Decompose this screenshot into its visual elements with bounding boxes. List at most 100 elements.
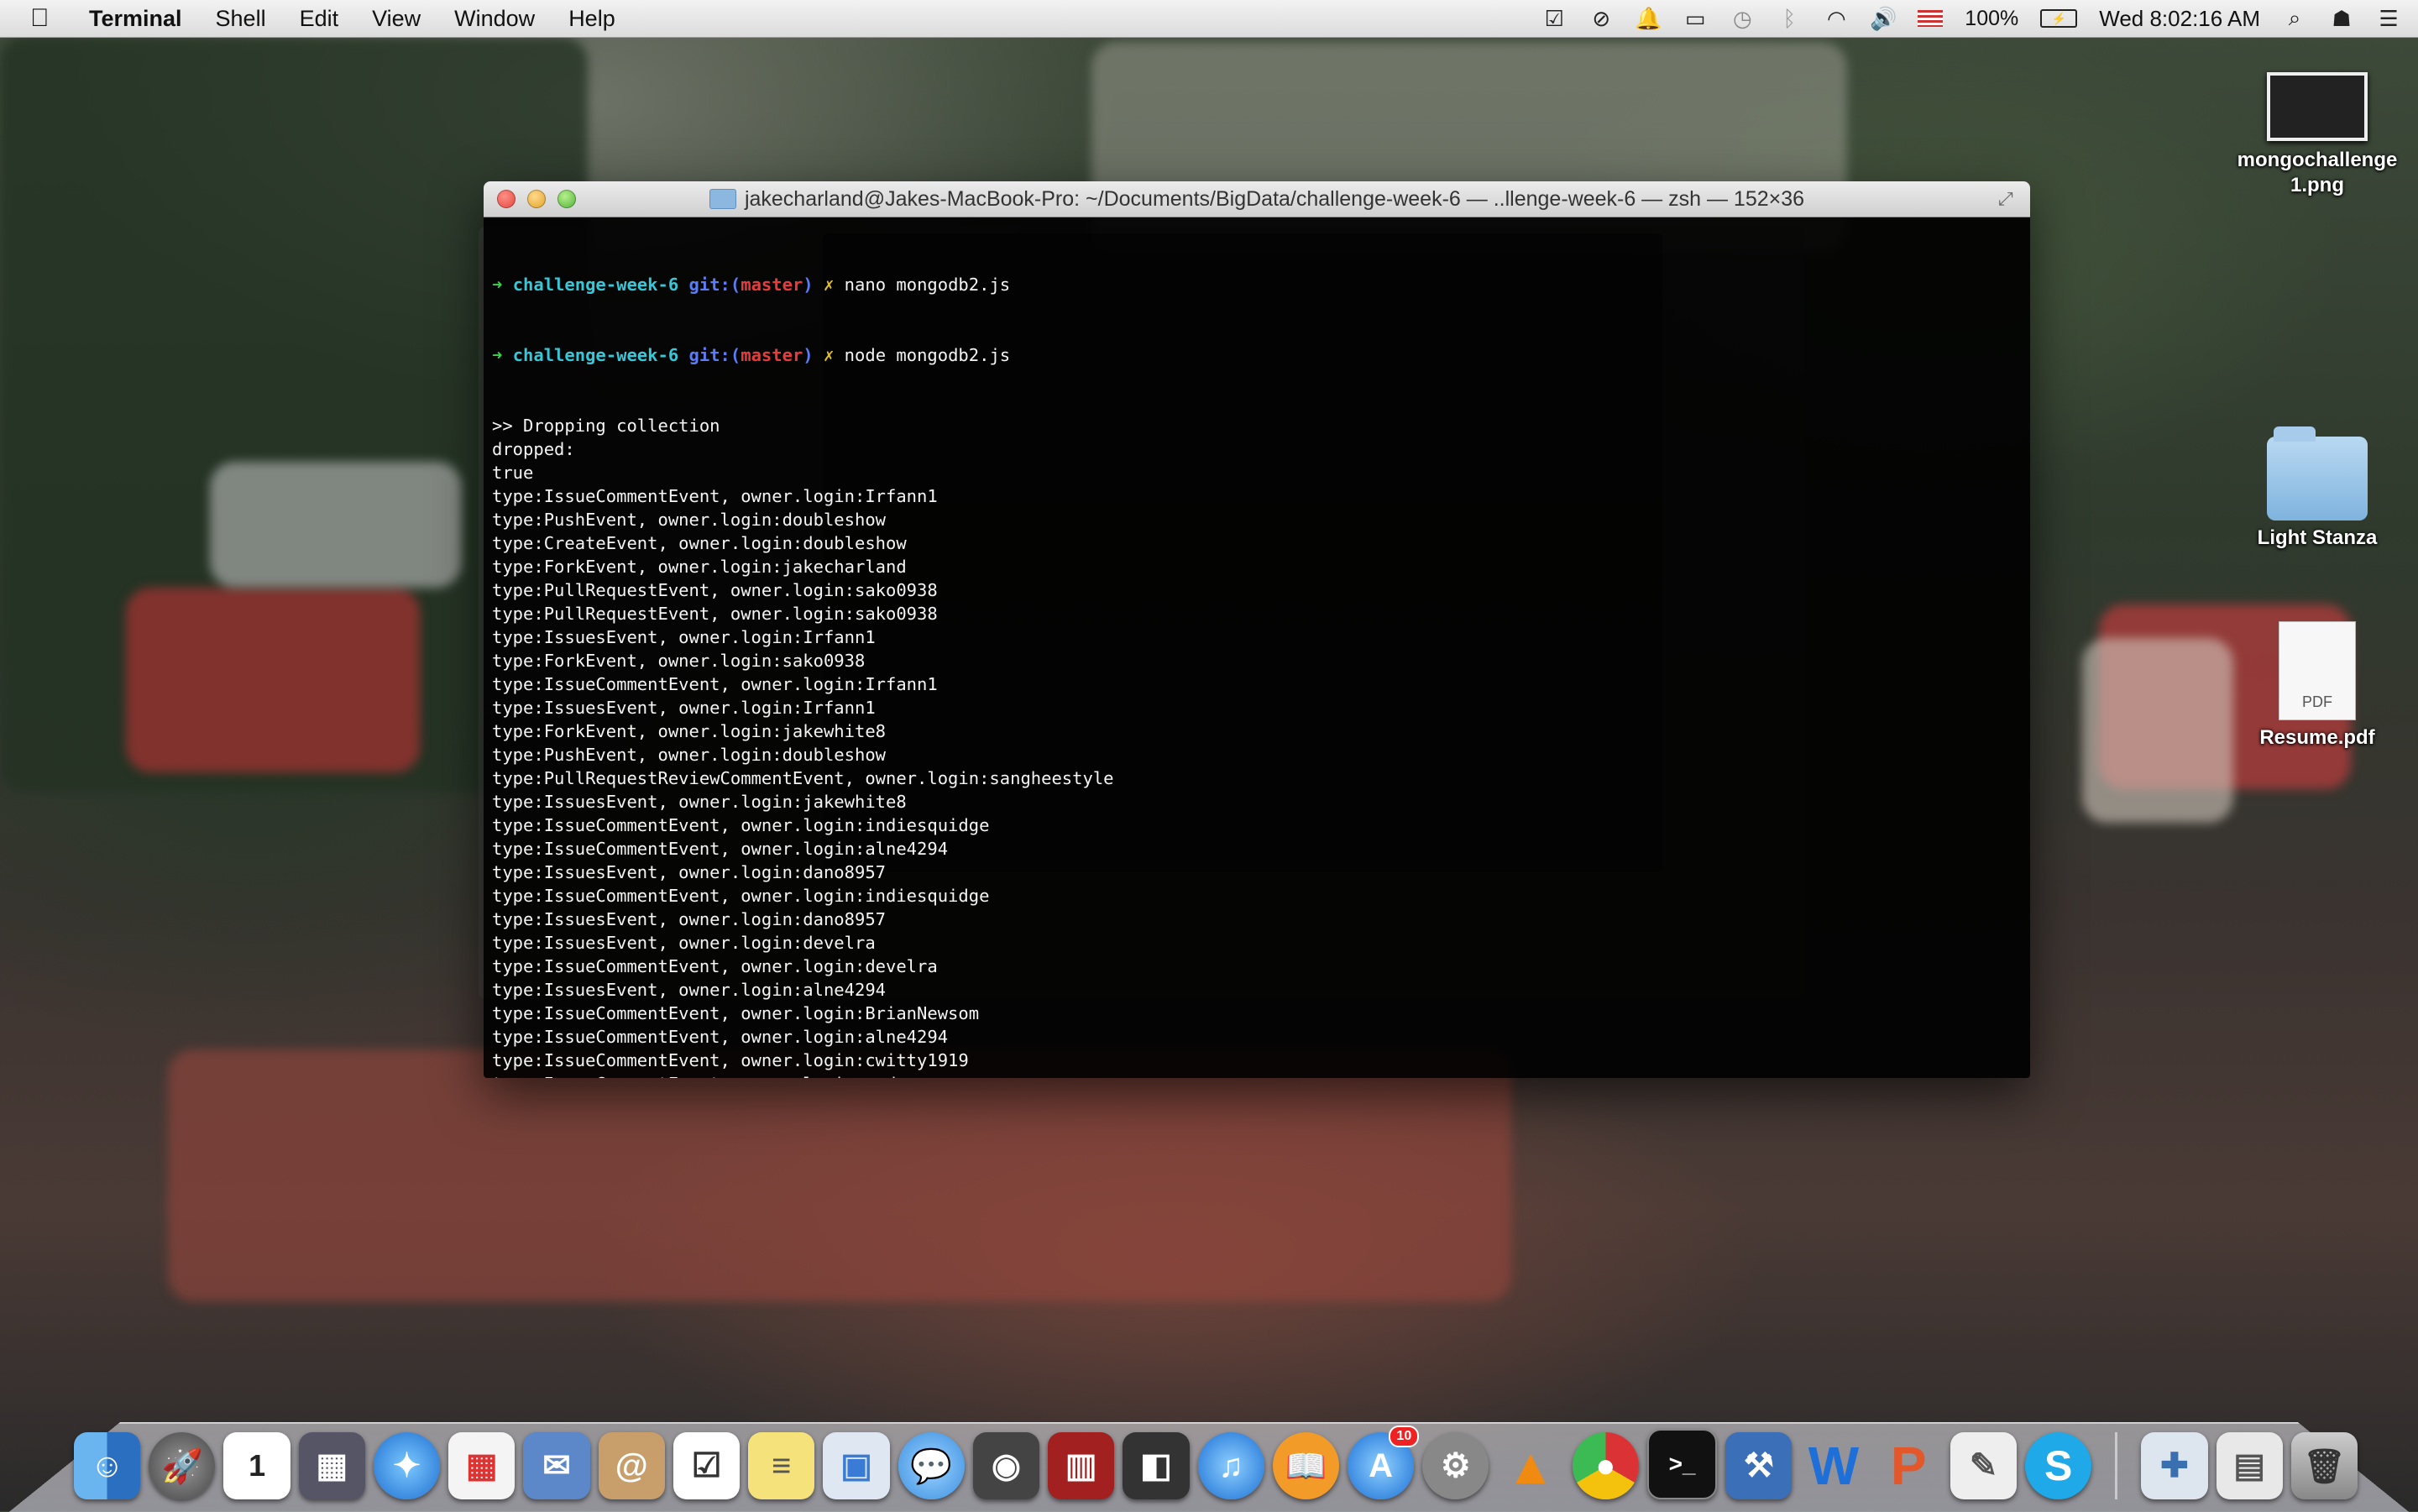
bluetooth-icon[interactable]: ᛒ [1777, 6, 1802, 31]
volume-icon[interactable]: 🔊 [1870, 6, 1897, 31]
prompt-git-close: ) [803, 275, 814, 295]
output-line: type:IssuesEvent, owner.login:jakewhite8 [492, 792, 907, 812]
output-line: type:IssuesEvent, owner.login:dano8957 [492, 862, 886, 882]
menu-help[interactable]: Help [568, 6, 615, 32]
system-preferences-icon[interactable]: ⚙ [1422, 1432, 1489, 1499]
output-line: type:IssuesEvent, owner.login:develra [492, 933, 876, 953]
prompt-git: git:( [688, 345, 741, 365]
us-flag-icon[interactable] [1918, 10, 1944, 27]
reminders-icon[interactable]: ☑ [673, 1432, 741, 1499]
menu-app-name[interactable]: Terminal [89, 6, 182, 32]
apple-menu-icon[interactable]:  [30, 4, 64, 33]
desktop-file-resume[interactable]: PDF Resume.pdf [2225, 621, 2410, 751]
prompt-branch: master [741, 345, 803, 365]
safari-icon[interactable]: ✦ [373, 1432, 441, 1499]
menu-edit[interactable]: Edit [300, 6, 339, 32]
output-line: type:PullRequestEvent, owner.login:sako0… [492, 604, 938, 624]
output-line: type:IssuesEvent, owner.login:Irfann1 [492, 698, 876, 718]
battery-percent[interactable]: 100% [1965, 7, 2018, 31]
desktop-folder-light-stanza[interactable]: Light Stanza [2225, 426, 2410, 551]
launchpad-icon[interactable]: 🚀 [149, 1432, 216, 1499]
prompt-line: ➜ challenge-week-6 git:(master) ✗ node m… [492, 343, 2022, 367]
output-line: type:IssueCommentEvent, owner.login:indi… [492, 886, 990, 906]
menu-window[interactable]: Window [454, 6, 535, 32]
photo-booth-curtain-icon[interactable]: ▥ [1048, 1432, 1115, 1499]
output-line: >> Dropping collection [492, 416, 720, 436]
terminal-icon[interactable]: >_ [1646, 1429, 1718, 1499]
notification-center-icon[interactable]: ☰ [2376, 6, 2401, 31]
output-line: type:IssueCommentEvent, owner.login:Irfa… [492, 674, 938, 694]
time-machine-icon[interactable]: ◷ [1730, 6, 1755, 31]
output-line: type:IssueCommentEvent, owner.login:deve… [492, 956, 938, 976]
calendar-icon[interactable]: 1 [223, 1432, 290, 1499]
menu-view[interactable]: View [372, 6, 421, 32]
user-icon[interactable]: ☗ [2329, 6, 2354, 31]
chrome-icon[interactable]: ● [1572, 1432, 1639, 1499]
menu-shell[interactable]: Shell [216, 6, 266, 32]
spotlight-search-icon[interactable]: ⌕ [2282, 5, 2307, 31]
output-line: type:IssueCommentEvent, owner.login:indi… [492, 815, 990, 835]
calendar-day: 1 [249, 1448, 266, 1483]
prompt-git: git:( [688, 275, 741, 295]
wifi-icon[interactable]: ◠ [1824, 6, 1849, 31]
finder-icon[interactable]: ☺ [74, 1432, 141, 1499]
terminal-window[interactable]: jakecharland@Jakes-MacBook-Pro: ~/Docume… [484, 181, 2030, 1078]
contacts-icon[interactable]: @ [598, 1432, 665, 1499]
app-store-icon[interactable]: A 10 [1347, 1426, 1420, 1499]
menu-bar:  Terminal Shell Edit View Window Help ☑… [0, 0, 2418, 38]
prompt-arrow: ➜ [492, 345, 503, 365]
app-store-badge: 10 [1389, 1426, 1420, 1447]
window-title: jakecharland@Jakes-MacBook-Pro: ~/Docume… [744, 186, 1805, 211]
output-line: type:IssueCommentEvent, owner.login:cwit… [492, 1050, 969, 1070]
output-line: type:IssueCommentEvent, owner.login:alne… [492, 839, 949, 859]
prompt-dir: challenge-week-6 [512, 275, 679, 295]
notification-bell-icon[interactable]: 🔔 [1635, 6, 1662, 31]
fullscreen-icon[interactable]: ⤢ [1998, 188, 2020, 210]
preview-icon[interactable]: ▣ [823, 1432, 890, 1499]
textedit-icon[interactable]: ✎ [1950, 1432, 2018, 1499]
xcode-icon[interactable]: ⚒ [1725, 1432, 1793, 1499]
photo-booth-icon[interactable]: ▦ [298, 1432, 365, 1499]
applications-stack-icon[interactable]: ✚ [2141, 1432, 2208, 1499]
facetime-icon[interactable]: ◉ [972, 1432, 1040, 1499]
prompt-dirty-mark: ✗ [823, 345, 835, 365]
menu-clock[interactable]: Wed 8:02:16 AM [2099, 6, 2260, 32]
image-thumbnail-icon [2267, 72, 2368, 141]
desktop-file-mongochallenge[interactable]: mongochallenge 1.png [2225, 72, 2410, 198]
word-icon[interactable]: W [1800, 1432, 1866, 1499]
prompt-git-close: ) [803, 345, 814, 365]
desktop-item-label: Light Stanza [2257, 526, 2378, 549]
ibooks-icon[interactable]: 📖 [1272, 1432, 1339, 1499]
terminal-output[interactable]: ➜ challenge-week-6 git:(master) ✗ nano m… [484, 217, 2030, 1078]
output-line: type:IssueCommentEvent, owner.login:Irfa… [492, 486, 938, 506]
itunes-icon[interactable]: ♫ [1197, 1432, 1264, 1499]
trash-icon[interactable]: 🗑 [2290, 1432, 2358, 1499]
output-line: type:IssueCommentEvent, owner.login:alne… [492, 1027, 949, 1047]
checkmark-shield-icon[interactable]: ☑ [1541, 6, 1567, 31]
wallpaper-red-house [126, 588, 420, 772]
output-line: type:IssuesEvent, owner.login:Irfann1 [492, 627, 876, 647]
airplay-icon[interactable]: ▭ [1683, 6, 1708, 31]
documents-stack-icon[interactable]: ▤ [2216, 1432, 2283, 1499]
pdf-document-icon: PDF [2279, 621, 2356, 720]
vlc-icon[interactable]: ▲ [1497, 1432, 1563, 1499]
do-not-disturb-icon[interactable]: ⊘ [1588, 6, 1614, 31]
output-line: type:PushEvent, owner.login:doubleshow [492, 745, 886, 765]
output-line: type:ForkEvent, owner.login:jakewhite8 [492, 721, 886, 741]
command-text: nano mongodb2.js [844, 275, 1011, 295]
terminal-titlebar[interactable]: jakecharland@Jakes-MacBook-Pro: ~/Docume… [484, 181, 2030, 217]
battery-icon[interactable]: ⚡ [2040, 9, 2078, 28]
messages-icon[interactable]: 💬 [898, 1432, 965, 1499]
desktop-item-label: Resume.pdf [2259, 726, 2375, 749]
notes-icon[interactable]: ≡ [748, 1432, 815, 1499]
window-title-area: jakecharland@Jakes-MacBook-Pro: ~/Docume… [484, 181, 2030, 217]
desktop-item-label: mongochallenge 1.png [2237, 149, 2398, 196]
mail-icon[interactable]: ✉ [523, 1432, 590, 1499]
output-line: type:IssueCommentEvent, owner.login:rode… [492, 1072, 2022, 1078]
output-line: type:PushEvent, owner.login:doubleshow [492, 510, 886, 530]
skype-icon[interactable]: S [2025, 1432, 2092, 1499]
folder-icon [709, 189, 736, 209]
iphoto-icon[interactable]: ◧ [1123, 1432, 1190, 1499]
powerpoint-icon[interactable]: P [1876, 1432, 1942, 1499]
app-grid-icon[interactable]: ▦ [448, 1432, 516, 1499]
